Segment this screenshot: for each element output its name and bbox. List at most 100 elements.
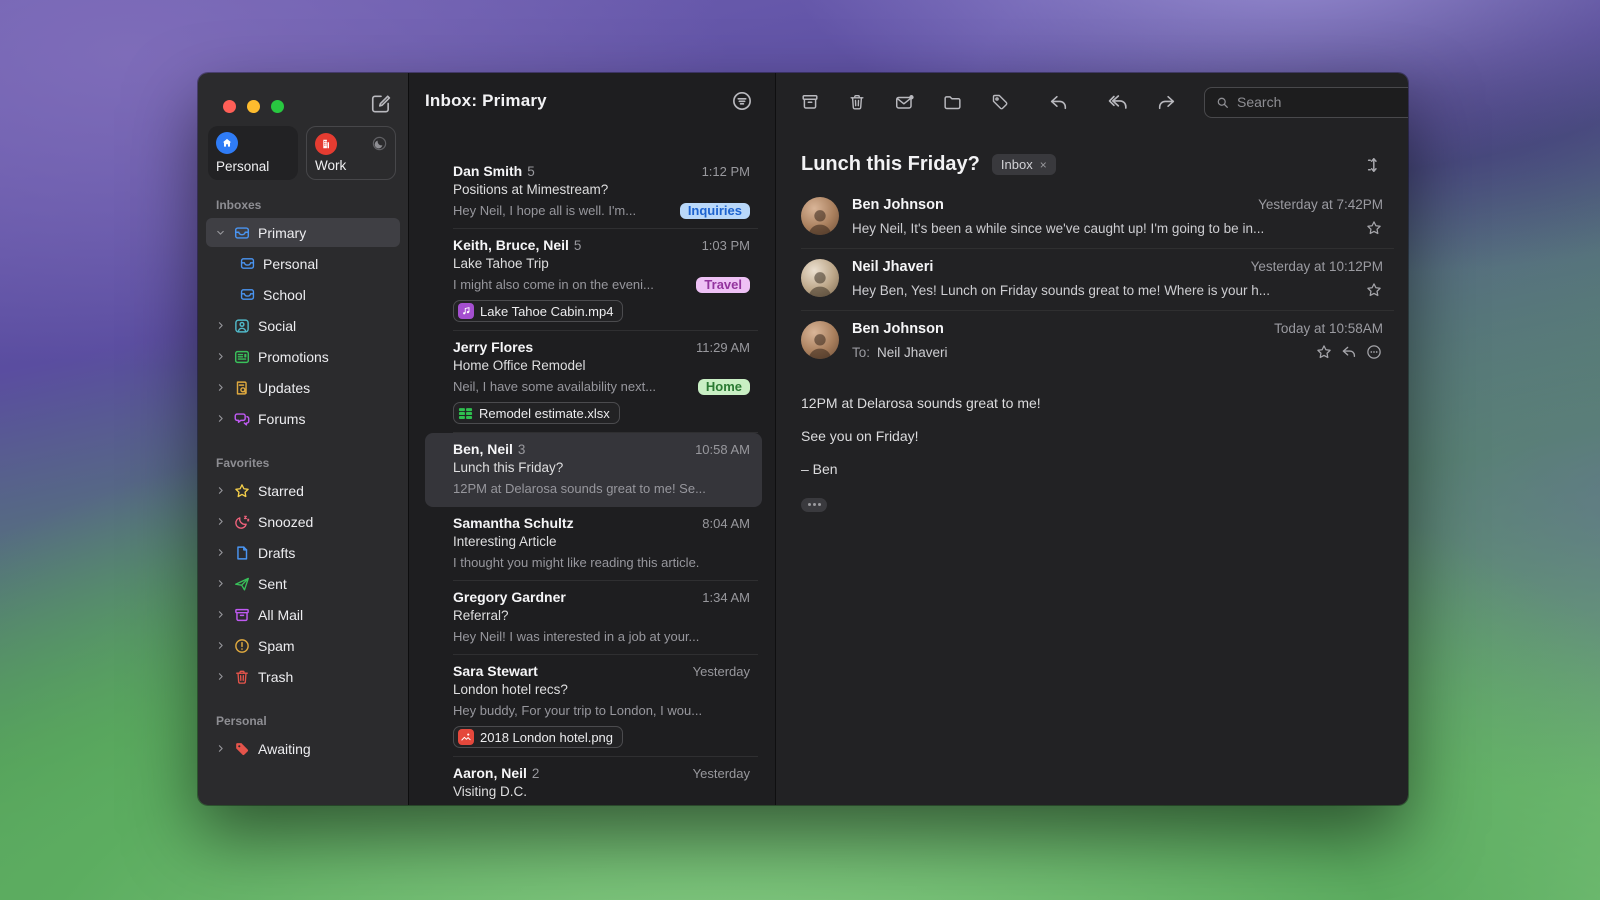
exclamation-circle-icon [233, 637, 251, 655]
section-header-favorites: Favorites [198, 435, 408, 474]
remove-tag-button[interactable]: × [1040, 158, 1047, 172]
sidebar-item-drafts[interactable]: Drafts [206, 538, 400, 567]
sidebar-item-updates[interactable]: Updates [206, 373, 400, 402]
thread-message-collapsed[interactable]: Ben JohnsonYesterday at 7:42PM Hey Neil,… [776, 186, 1408, 248]
more-options-button[interactable] [1365, 343, 1383, 361]
message-date: Yesterday at 10:12PM [1251, 259, 1383, 274]
message-list-header: Inbox: Primary [409, 73, 775, 129]
chevron-right-icon[interactable] [214, 413, 226, 424]
snippet: 12PM at Delarosa sounds great to me! Se.… [453, 481, 750, 496]
star-button[interactable] [1365, 281, 1383, 299]
attachment-chip[interactable]: Lake Tahoe Cabin.mp4 [453, 300, 623, 322]
reply-button[interactable] [1340, 343, 1358, 361]
message-row[interactable]: Gregory Gardner1:34 AM Referral? Hey Nei… [425, 581, 762, 655]
mark-unread-button[interactable] [894, 92, 915, 113]
sidebar-item-label: Drafts [258, 545, 295, 561]
message-row[interactable]: Samantha Schultz8:04 AM Interesting Arti… [425, 507, 762, 581]
message-row[interactable]: Dan Smith51:12 PM Positions at Mimestrea… [425, 155, 762, 229]
chevron-right-icon[interactable] [214, 743, 226, 754]
attachment-chip[interactable]: Remodel estimate.xlsx [453, 402, 620, 424]
chevron-right-icon[interactable] [214, 485, 226, 496]
message-row[interactable]: Aaron, Neil2Yesterday Visiting D.C. I wa… [425, 757, 762, 805]
message-list: Inbox: Primary Dan Smith51:12 PM Positio… [408, 73, 775, 805]
message-row[interactable]: Keith, Bruce, Neil51:03 PM Lake Tahoe Tr… [425, 229, 762, 331]
chevron-right-icon[interactable] [214, 609, 226, 620]
star-button[interactable] [1315, 343, 1333, 361]
label-chip-travel[interactable]: Travel [696, 277, 750, 293]
sender: Aaron, Neil [453, 765, 527, 781]
document-magnifier-icon [233, 379, 251, 397]
minimize-window-button[interactable] [247, 100, 260, 113]
search-field[interactable] [1204, 87, 1408, 118]
attachment-chip[interactable]: 2018 London hotel.png [453, 726, 623, 748]
subject: Positions at Mimestream? [453, 182, 750, 201]
sidebar-item-awaiting[interactable]: Awaiting [206, 734, 400, 763]
avatar [801, 197, 839, 235]
close-window-button[interactable] [223, 100, 236, 113]
sidebar-item-snoozed[interactable]: Snoozed [206, 507, 400, 536]
account-work-label: Work [315, 158, 346, 173]
reply-icon [1048, 92, 1069, 113]
sidebar-item-label: School [263, 287, 306, 303]
sender: Gregory Gardner [453, 589, 566, 605]
archive-icon [800, 92, 820, 112]
sidebar-item-social[interactable]: Social [206, 311, 400, 340]
chevron-right-icon[interactable] [214, 547, 226, 558]
sender: Dan Smith [453, 163, 522, 179]
sidebar-item-personal-inbox[interactable]: Personal [206, 249, 400, 278]
sidebar-item-all-mail[interactable]: All Mail [206, 600, 400, 629]
sidebar-item-spam[interactable]: Spam [206, 631, 400, 660]
account-personal[interactable]: Personal [208, 126, 298, 180]
account-work[interactable]: Work [306, 126, 396, 180]
label-button[interactable] [990, 92, 1010, 112]
sidebar-item-forums[interactable]: Forums [206, 404, 400, 433]
recipient-line: To:Neil Jhaveri [852, 345, 948, 360]
expand-collapse-thread-button[interactable] [1363, 155, 1383, 175]
attachment-name: 2018 London hotel.png [480, 730, 613, 745]
chevron-right-icon[interactable] [214, 351, 226, 362]
sender: Samantha Schultz [453, 515, 574, 531]
reply-all-button[interactable] [1107, 91, 1129, 113]
chevron-right-icon[interactable] [214, 578, 226, 589]
label-chip-home[interactable]: Home [698, 379, 750, 395]
chevron-right-icon[interactable] [214, 671, 226, 682]
chevron-right-icon[interactable] [214, 516, 226, 527]
sidebar-item-sent[interactable]: Sent [206, 569, 400, 598]
archive-button[interactable] [800, 92, 820, 112]
star-button[interactable] [1365, 219, 1383, 237]
label-chip-inquiries[interactable]: Inquiries [680, 203, 750, 219]
image-file-icon [458, 729, 474, 745]
account-switcher: Personal Work [198, 113, 408, 180]
zoom-window-button[interactable] [271, 100, 284, 113]
chevron-right-icon[interactable] [214, 382, 226, 393]
reply-button[interactable] [1048, 92, 1069, 113]
time: 8:04 AM [702, 516, 750, 531]
sidebar-item-primary[interactable]: Primary [206, 218, 400, 247]
trash-icon [847, 92, 867, 112]
message-row-selected[interactable]: Ben, Neil310:58 AM Lunch this Friday? 12… [425, 433, 762, 507]
forward-button[interactable] [1156, 92, 1177, 113]
delete-button[interactable] [847, 92, 867, 112]
snippet: Neil, I have some availability next... [453, 379, 690, 394]
sidebar-item-promotions[interactable]: Promotions [206, 342, 400, 371]
sidebar-item-trash[interactable]: Trash [206, 662, 400, 691]
show-trimmed-content-button[interactable] [801, 498, 827, 512]
search-input[interactable] [1237, 94, 1408, 110]
subject-row: Lunch this Friday? Inbox × [776, 131, 1408, 186]
sidebar-item-starred[interactable]: Starred [206, 476, 400, 505]
compose-button[interactable] [370, 93, 392, 115]
chevron-right-icon[interactable] [214, 640, 226, 651]
filter-button[interactable] [731, 90, 753, 112]
message-row[interactable]: Jerry Flores11:29 AM Home Office Remodel… [425, 331, 762, 433]
message-row[interactable]: Sara StewartYesterday London hotel recs?… [425, 655, 762, 757]
move-to-folder-button[interactable] [942, 92, 963, 113]
chevron-right-icon[interactable] [214, 320, 226, 331]
thread-message-collapsed[interactable]: Neil JhaveriYesterday at 10:12PM Hey Ben… [776, 248, 1408, 310]
inbox-tag-chip[interactable]: Inbox × [992, 154, 1056, 175]
sidebar-item-school[interactable]: School [206, 280, 400, 309]
chevron-down-icon[interactable] [214, 227, 226, 238]
thread-message-expanded[interactable]: Ben JohnsonToday at 10:58AM To:Neil Jhav… [776, 310, 1408, 372]
attachment-name: Remodel estimate.xlsx [479, 406, 610, 421]
to-label: To: [852, 345, 870, 360]
document-icon [233, 544, 251, 562]
